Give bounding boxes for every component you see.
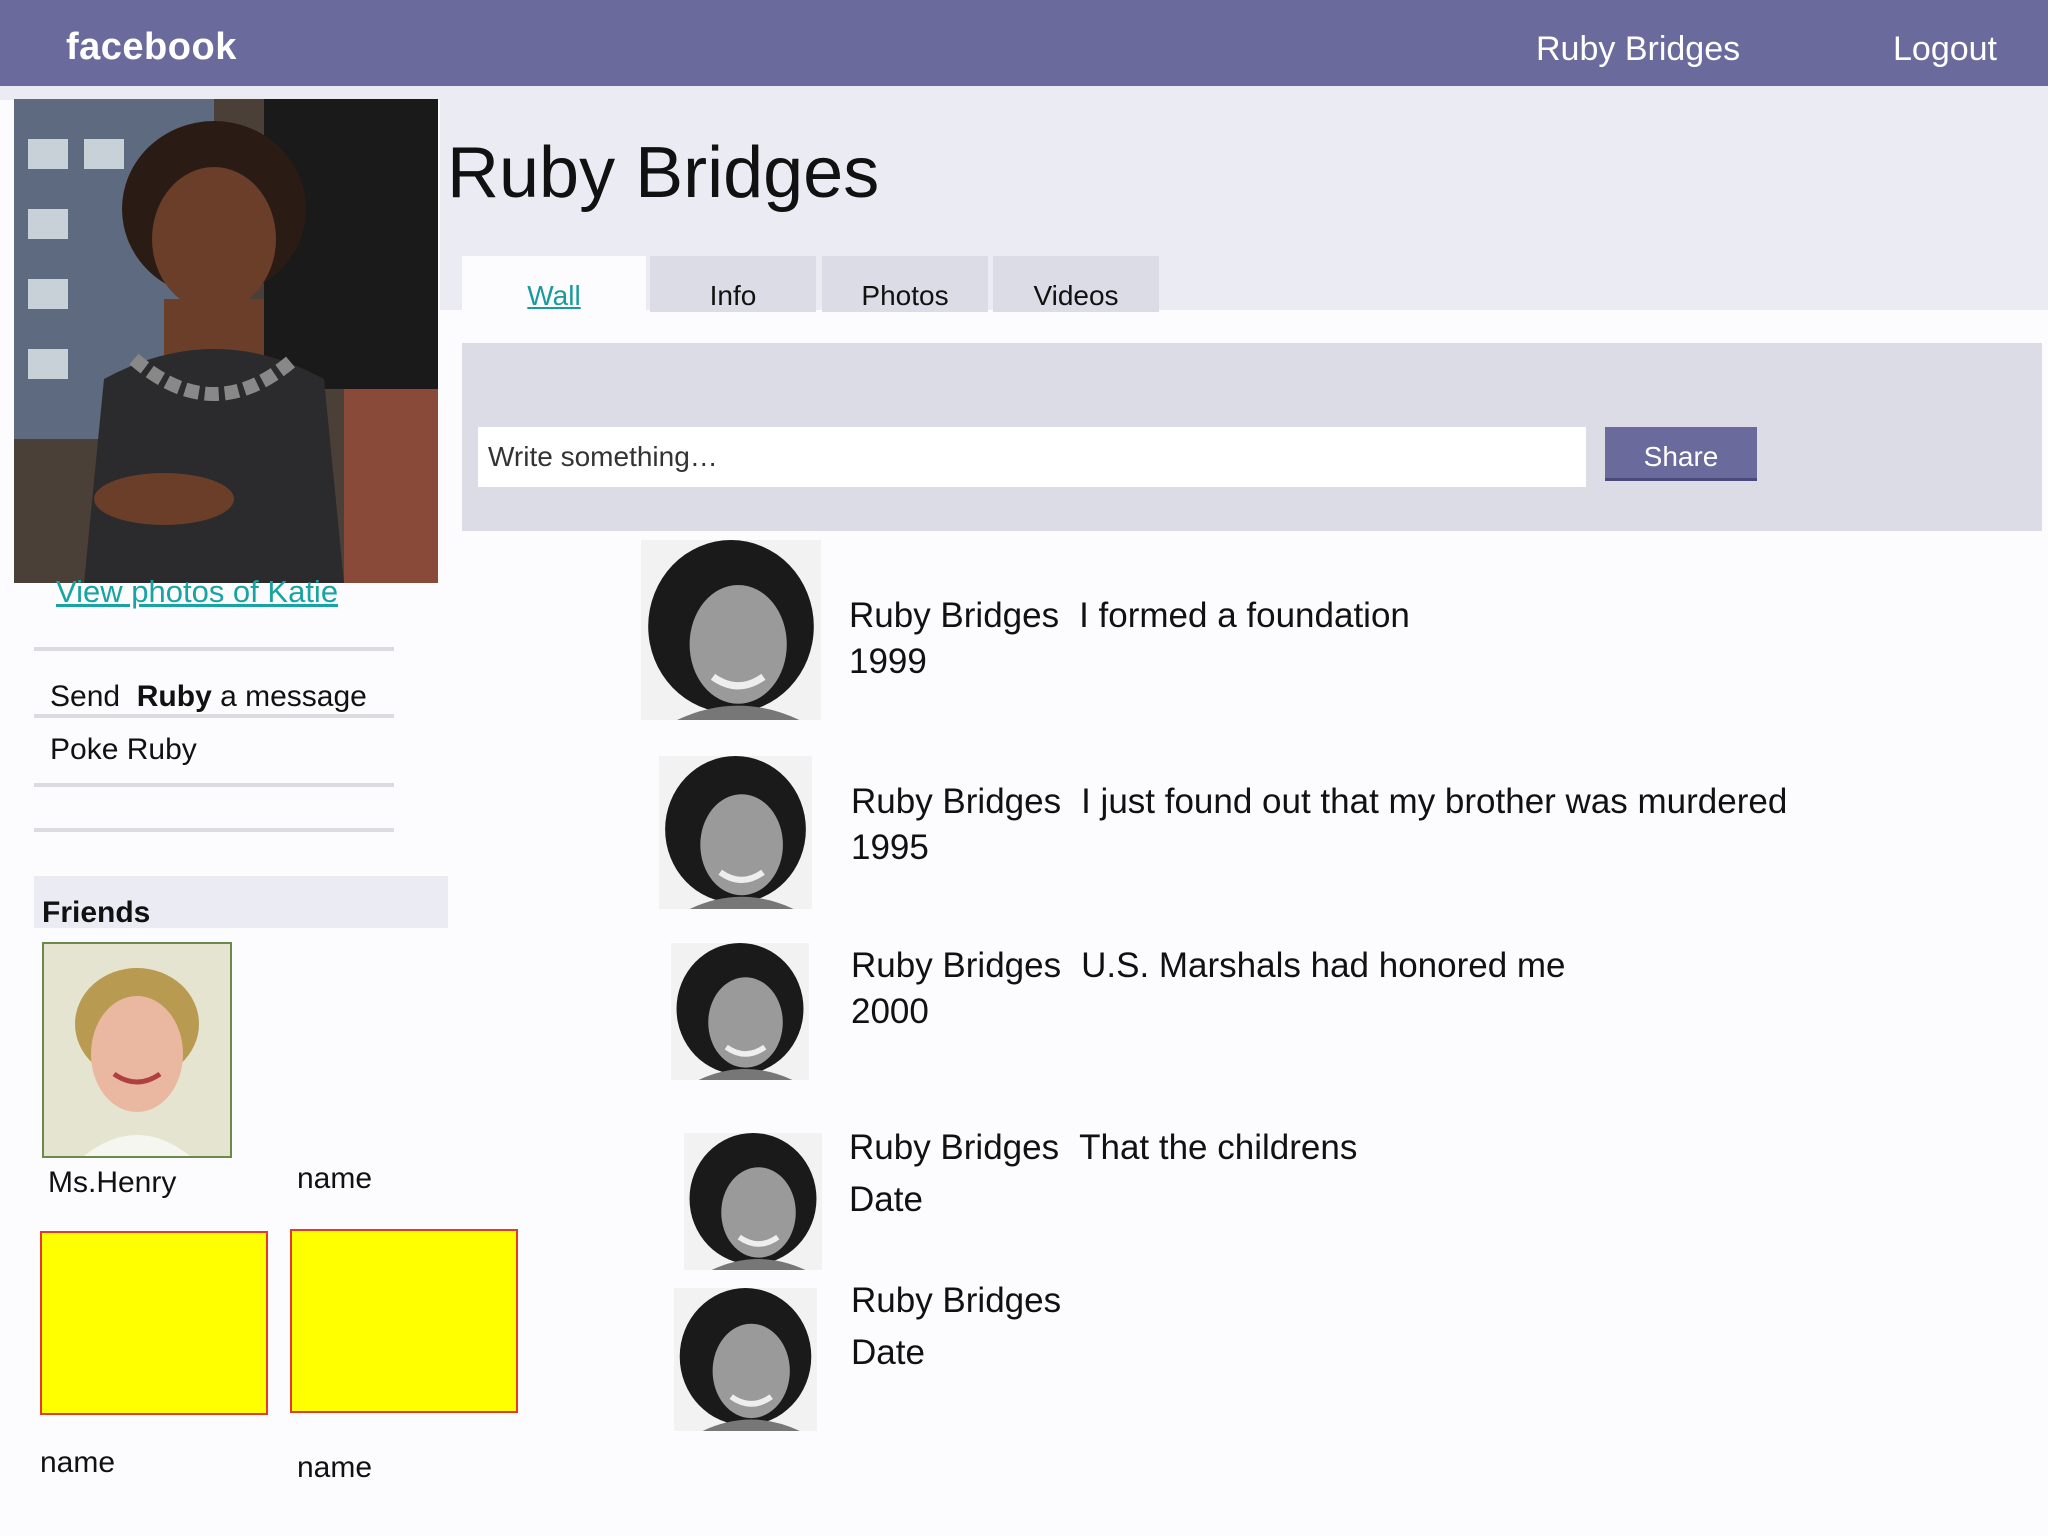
logout-link[interactable]: Logout [1893, 30, 1997, 69]
header-band-left [0, 86, 440, 100]
post-avatar[interactable] [671, 943, 809, 1080]
post-avatar[interactable] [674, 1288, 817, 1431]
post-date: Date [849, 1180, 923, 1219]
post-text: U.S. Marshals had honored me [1081, 946, 1566, 985]
tab-wall[interactable]: Wall [462, 256, 646, 312]
post-date: 1995 [851, 828, 929, 867]
top-bar [0, 0, 2048, 86]
post-line: Ruby Bridges I just found out that my bro… [851, 782, 1787, 822]
tab-label: Videos [1033, 280, 1119, 311]
send-name: Ruby [136, 680, 212, 713]
send-suffix: a message [220, 680, 367, 713]
post-line: Ruby Bridges [851, 1281, 1081, 1321]
friend-name[interactable]: name [297, 1162, 372, 1196]
send-message-link[interactable]: Send Ruby a message [50, 680, 367, 714]
divider [34, 828, 394, 832]
post-avatar[interactable] [659, 756, 812, 909]
friend-photo-placeholder[interactable] [40, 1231, 268, 1415]
post-text: That the childrens [1079, 1128, 1358, 1167]
tab-label: Photos [861, 280, 949, 311]
post-date: 1999 [849, 642, 927, 681]
poke-link[interactable]: Poke Ruby [50, 733, 197, 767]
top-user-link[interactable]: Ruby Bridges [1536, 30, 1740, 69]
post-author[interactable]: Ruby Bridges [849, 596, 1059, 635]
friends-label: Friends [42, 896, 151, 929]
profile-name: Ruby Bridges [447, 133, 880, 213]
tab-info[interactable]: Info [650, 256, 816, 312]
post-date: 2000 [851, 992, 929, 1031]
share-button[interactable]: Share [1605, 427, 1757, 481]
send-prefix: Send [50, 680, 121, 713]
tab-videos[interactable]: Videos [993, 256, 1159, 312]
post-line: Ruby Bridges I formed a foundation [849, 596, 1410, 636]
friend-name[interactable]: name [40, 1446, 115, 1480]
divider [34, 783, 394, 787]
friend-name[interactable]: Ms.Henry [48, 1166, 176, 1200]
tab-label: Info [709, 280, 757, 311]
write-something-input[interactable] [478, 427, 1586, 487]
post-avatar[interactable] [684, 1133, 822, 1270]
post-text: I just found out that my brother was mur… [1081, 782, 1788, 821]
post-author[interactable]: Ruby Bridges [851, 1281, 1061, 1320]
post-line: Ruby Bridges That the childrens [849, 1128, 1357, 1168]
friend-photo-ms-henry[interactable] [42, 942, 232, 1158]
friend-photo-placeholder[interactable] [290, 1229, 518, 1413]
post-line: Ruby Bridges U.S. Marshals had honored me [851, 946, 1566, 986]
divider [34, 714, 394, 718]
tab-photos[interactable]: Photos [822, 256, 988, 312]
post-avatar[interactable] [641, 540, 821, 720]
view-photos-link[interactable]: View photos of Katie [56, 574, 338, 610]
post-author[interactable]: Ruby Bridges [849, 1128, 1059, 1167]
facebook-logo[interactable]: facebook [66, 26, 237, 69]
friend-name[interactable]: name [297, 1451, 372, 1485]
tab-label: Wall [527, 280, 581, 311]
post-author[interactable]: Ruby Bridges [851, 946, 1061, 985]
divider [34, 647, 394, 651]
post-date: Date [851, 1333, 925, 1372]
post-text: I formed a foundation [1079, 596, 1410, 635]
post-author[interactable]: Ruby Bridges [851, 782, 1061, 821]
profile-photo[interactable] [14, 99, 438, 583]
